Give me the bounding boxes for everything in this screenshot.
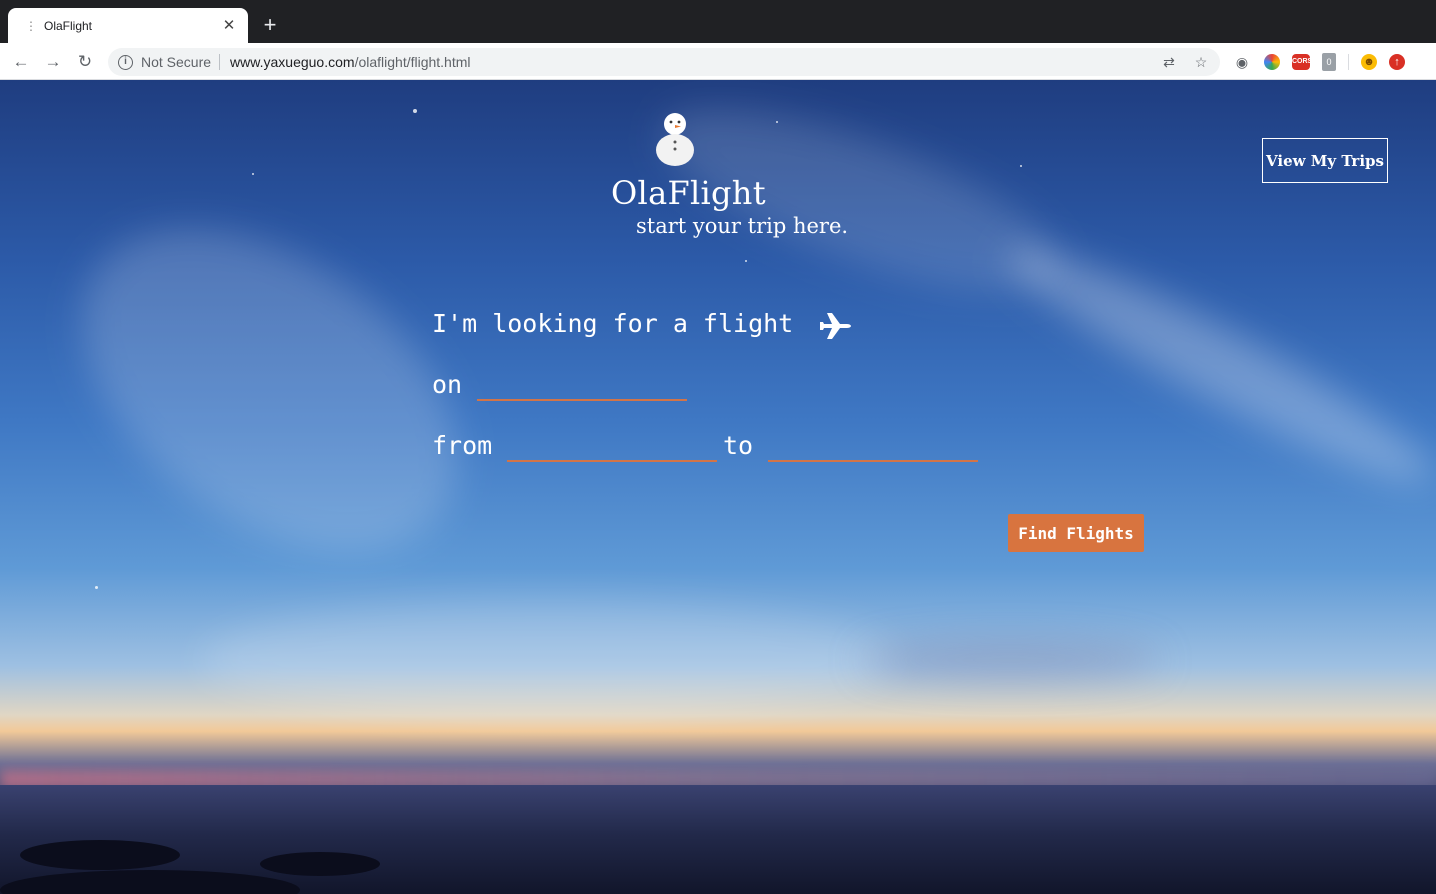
grey-extension-icon[interactable]: 0 [1322, 53, 1336, 71]
cloud [860, 640, 1160, 680]
tagline: start your trip here. [636, 214, 849, 238]
browser-tab-bar: ⋮ OlaFlight ✕ + [0, 0, 1436, 43]
new-tab-button[interactable]: + [258, 14, 282, 38]
back-arrow-icon[interactable]: ← [10, 51, 32, 73]
forward-arrow-icon[interactable]: → [42, 51, 64, 73]
date-label: on [432, 370, 463, 399]
reload-icon[interactable]: ↻ [74, 51, 96, 73]
info-icon[interactable]: i [118, 54, 133, 70]
tab-title: OlaFlight [44, 18, 93, 33]
page-favicon-icon: ⋮ [25, 18, 37, 33]
airplane-icon [820, 313, 851, 339]
find-flights-button[interactable]: Find Flights [1008, 514, 1144, 552]
star [745, 260, 747, 262]
cors-extension-icon[interactable]: CORS [1292, 54, 1312, 70]
browser-toolbar: ← → ↻ i Not Secure www.yaxueguo.com/olaf… [0, 43, 1436, 80]
origin-input[interactable] [507, 432, 717, 462]
rock [20, 840, 180, 870]
star [95, 586, 98, 589]
destination-label: to [723, 431, 754, 460]
origin-label: from [432, 431, 493, 460]
close-tab-icon[interactable]: ✕ [220, 17, 238, 35]
page-background: OlaFlight start your trip here. View My … [0, 80, 1436, 894]
address-bar[interactable]: i Not Secure www.yaxueguo.com/olaflight/… [108, 48, 1220, 76]
date-input[interactable] [477, 371, 687, 401]
cloud [200, 600, 900, 720]
url-text[interactable]: www.yaxueguo.com/olaflight/flight.html [230, 54, 470, 70]
url-host: www.yaxueguo.com [230, 54, 355, 70]
emoji-extension-icon[interactable]: ☻ [1361, 54, 1377, 70]
screenshot-extension-icon[interactable]: ◉ [1232, 52, 1252, 72]
browser-tab[interactable]: ⋮ OlaFlight ✕ [8, 8, 248, 43]
extensions-bar: ◉ CORS 0 ☻ ↑ [1232, 52, 1405, 72]
view-my-trips-button[interactable]: View My Trips [1262, 138, 1388, 183]
star [413, 109, 417, 113]
snowman-logo-icon [656, 113, 694, 166]
brand-title: OlaFlight [611, 174, 766, 212]
star [1020, 165, 1022, 167]
extension-divider [1348, 54, 1349, 70]
color-wheel-extension-icon[interactable] [1264, 54, 1280, 70]
bookmark-star-icon[interactable]: ☆ [1192, 53, 1210, 71]
update-extension-icon[interactable]: ↑ [1389, 54, 1405, 70]
search-sentence-intro: I'm looking for a flight [432, 309, 794, 338]
star [252, 173, 254, 175]
rock [260, 852, 380, 876]
star [776, 121, 778, 123]
url-path: /olaflight/flight.html [354, 54, 471, 70]
translate-icon[interactable]: ⇄ [1160, 53, 1178, 71]
destination-input[interactable] [768, 432, 978, 462]
security-indicator[interactable]: Not Secure [141, 54, 221, 70]
